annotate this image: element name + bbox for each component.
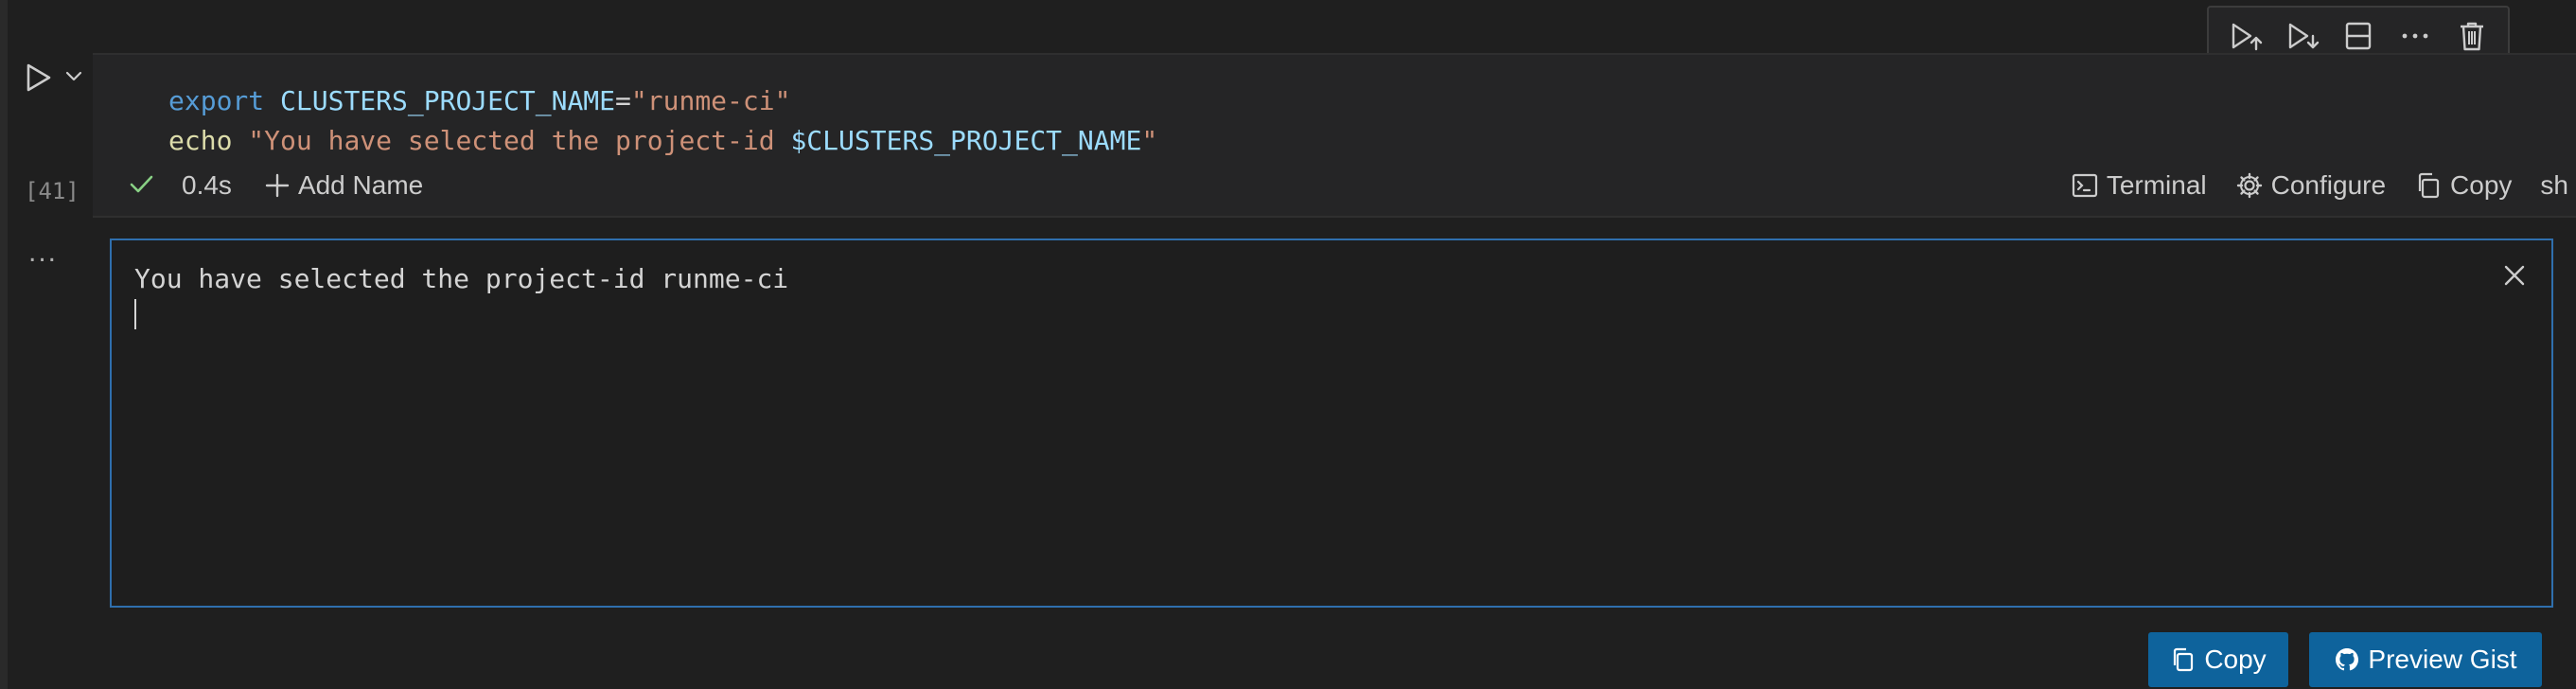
terminal-label: Terminal [2106, 170, 2207, 200]
configure-label: Configure [2270, 170, 2387, 200]
run-above-button[interactable] [2222, 13, 2267, 59]
copy-output-button[interactable]: Copy [2148, 632, 2288, 687]
success-check-icon [127, 169, 155, 203]
preview-gist-label: Preview Gist [2368, 645, 2517, 674]
terminal-button[interactable]: Terminal [2071, 170, 2207, 201]
terminal-icon [2072, 173, 2097, 198]
more-icon [2402, 33, 2428, 39]
copy-icon [2174, 647, 2194, 672]
notebook-cell-view: [41] ... export CLUSTERS_PROJECT_NAME="r… [0, 0, 2576, 689]
status-left: 0.4s Add Name [127, 169, 423, 203]
delete-icon [2461, 22, 2483, 51]
copy-label: Copy [2450, 170, 2513, 200]
code-string: "runme-ci" [630, 85, 791, 116]
configure-button[interactable]: Configure [2235, 170, 2386, 201]
code-string: "You have selected the project-id [248, 125, 791, 156]
run-options-dropdown[interactable] [61, 62, 87, 89]
code-keyword: export [168, 85, 265, 116]
run-below-button[interactable] [2279, 13, 2324, 59]
output-text: You have selected the project-id runme-c… [134, 263, 789, 294]
run-above-icon [2232, 23, 2263, 51]
execution-duration: 0.4s [182, 170, 232, 200]
copy-icon [2418, 172, 2440, 199]
status-right: Terminal Configure Copy sh [2071, 159, 2568, 212]
gear-icon [2236, 172, 2262, 199]
copy-code-button[interactable]: Copy [2414, 170, 2512, 201]
terminal-output[interactable]: You have selected the project-id runme-c… [110, 238, 2553, 608]
run-cell-button[interactable] [17, 57, 59, 98]
output-actions-ellipsis[interactable]: ... [28, 237, 58, 269]
github-icon [2336, 648, 2359, 671]
run-below-icon [2288, 23, 2320, 49]
code-line-1: export CLUSTERS_PROJECT_NAME="runme-ci" [168, 81, 1157, 121]
cell-status-bar: 0.4s Add Name Terminal Configure Copy sh [93, 159, 2576, 212]
chevron-down-icon [65, 71, 82, 81]
split-cell-button[interactable] [2336, 13, 2381, 59]
preview-gist-button[interactable]: Preview Gist [2309, 632, 2542, 687]
add-name-label: Add Name [297, 170, 424, 200]
code-cell[interactable]: export CLUSTERS_PROJECT_NAME="runme-ci" e… [93, 53, 2576, 218]
terminal-cursor [134, 299, 136, 329]
close-icon [2504, 265, 2525, 286]
code-operator: = [615, 85, 631, 116]
more-actions-button[interactable] [2392, 13, 2438, 59]
delete-cell-button[interactable] [2449, 13, 2495, 59]
code-command: echo [168, 125, 233, 156]
play-icon [26, 63, 51, 92]
execution-count: [41] [25, 178, 79, 204]
add-name-button[interactable]: Add Name [264, 170, 423, 201]
cell-focus-indicator [0, 0, 8, 689]
language-selector[interactable]: sh [2540, 170, 2568, 201]
code-line-2: echo "You have selected the project-id $… [168, 121, 1157, 161]
code-editor[interactable]: export CLUSTERS_PROJECT_NAME="runme-ci" e… [168, 81, 1157, 161]
split-cell-icon [2345, 22, 2372, 50]
code-variable: CLUSTERS_PROJECT_NAME [280, 85, 616, 116]
code-string-end: " [1141, 125, 1158, 156]
close-output-button[interactable] [2500, 261, 2529, 290]
plus-icon [265, 173, 290, 198]
copy-output-label: Copy [2204, 645, 2267, 674]
code-variable-ref: $CLUSTERS_PROJECT_NAME [790, 125, 1142, 156]
